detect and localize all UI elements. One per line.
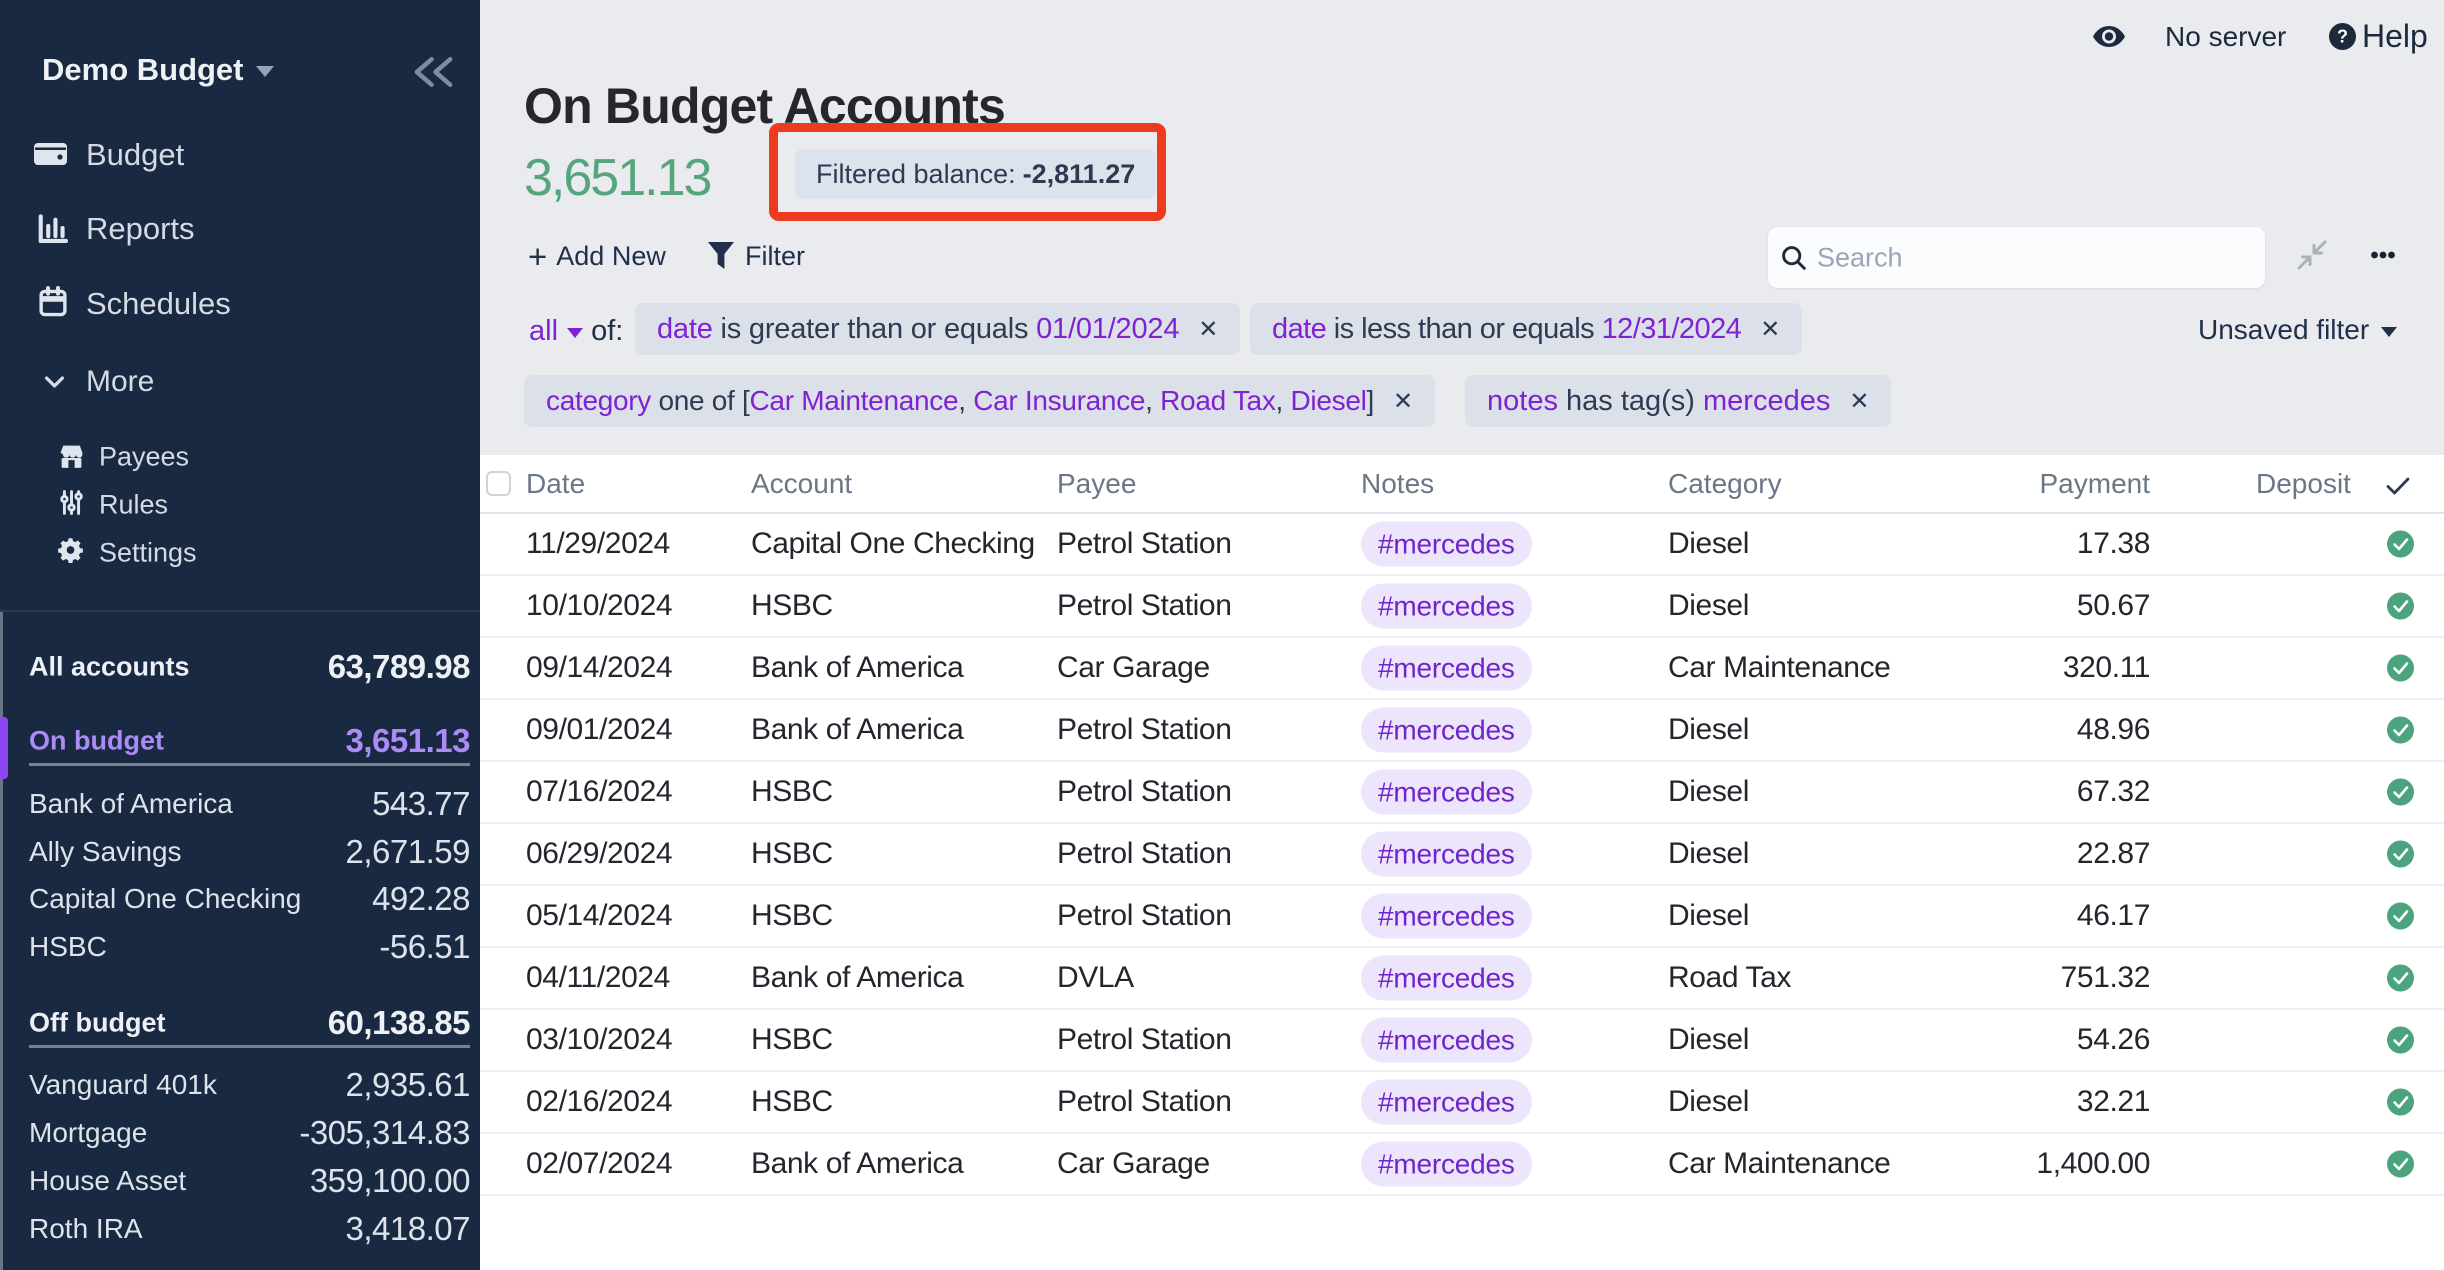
svg-text:?: ? (2337, 27, 2348, 47)
